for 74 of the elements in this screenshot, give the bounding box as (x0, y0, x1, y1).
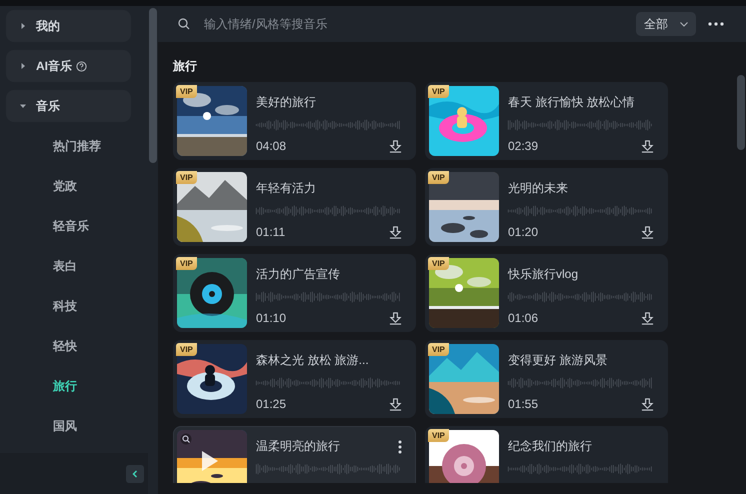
sidebar-item[interactable]: 表白 (6, 250, 131, 282)
vip-badge: VIP (428, 85, 449, 98)
search-icon (178, 18, 190, 30)
more-icon (708, 22, 724, 26)
track-title: 变得更好 旅游风景 (508, 352, 608, 369)
help-icon[interactable] (76, 60, 87, 72)
download-icon[interactable] (389, 226, 402, 238)
sidebar-item[interactable]: 党政 (6, 170, 131, 202)
sidebar-item[interactable]: 国风 (6, 410, 131, 442)
vip-badge: VIP (428, 257, 449, 270)
track-duration: 01:20 (508, 225, 538, 239)
track-card[interactable]: VIP 美好的旅行 04:08 (173, 82, 416, 160)
scrollbar-thumb[interactable] (737, 75, 745, 150)
track-duration: 02:39 (508, 139, 538, 153)
track-card[interactable]: VIP 纪念我们的旅行 (425, 426, 668, 483)
track-duration: 01:11 (256, 225, 286, 239)
track-card[interactable]: VIP 快乐旅行vlog 01:06 (425, 254, 668, 332)
download-icon[interactable] (389, 140, 402, 152)
track-title: 温柔明亮的旅行 (256, 438, 340, 455)
track-title: 年轻有活力 (256, 180, 316, 197)
filter-dropdown[interactable]: 全部 (636, 12, 696, 36)
vip-badge: VIP (428, 343, 449, 356)
sidebar-group[interactable]: 我的 (6, 10, 131, 42)
download-icon[interactable] (389, 312, 402, 324)
download-icon[interactable] (641, 140, 654, 152)
track-duration: 01:10 (256, 311, 286, 325)
collapse-button[interactable] (126, 464, 144, 482)
vip-badge: VIP (176, 257, 197, 270)
sidebar-item[interactable]: 轻音乐 (6, 210, 131, 242)
download-icon[interactable] (641, 398, 654, 410)
track-title: 森林之光 放松 旅游... (256, 352, 369, 369)
sidebar-item[interactable]: 科技 (6, 290, 131, 322)
vip-badge: VIP (428, 171, 449, 184)
download-icon[interactable] (641, 226, 654, 238)
search-field[interactable]: 输入情绪/风格等搜音乐 (202, 16, 624, 32)
caret-down-icon (20, 103, 26, 109)
vip-badge: VIP (176, 171, 197, 184)
chevron-down-icon (680, 22, 688, 26)
track-duration: 01:06 (508, 311, 538, 325)
vip-badge: VIP (176, 85, 197, 98)
track-card[interactable]: VIP 活力的广告宣传 01:10 (173, 254, 416, 332)
track-title: 纪念我们的旅行 (508, 438, 592, 455)
track-title: 快乐旅行vlog (508, 266, 578, 283)
track-title: 美好的旅行 (256, 94, 316, 111)
download-icon[interactable] (641, 312, 654, 324)
sidebar-group[interactable]: AI音乐 (6, 50, 131, 82)
track-title: 活力的广告宣传 (256, 266, 340, 283)
vip-badge: VIP (428, 429, 449, 442)
chevron-left-icon (131, 470, 139, 478)
track-card[interactable]: VIP 春天 旅行愉快 放松心情 02:39 (425, 82, 668, 160)
more-vertical-icon[interactable] (398, 440, 402, 454)
sidebar-item[interactable]: 热门推荐 (6, 130, 131, 162)
track-card[interactable]: VIP 年轻有活力 01:11 (173, 168, 416, 246)
track-card[interactable]: VIP 森林之光 放松 旅游... 01:25 (173, 340, 416, 418)
sidebar-item[interactable]: 旅行 (6, 370, 131, 402)
section-title: 旅行 (173, 58, 198, 75)
sidebar-group[interactable]: 音乐 (6, 90, 131, 122)
track-title: 光明的未来 (508, 180, 568, 197)
caret-right-icon (20, 23, 26, 29)
vip-badge: VIP (176, 343, 197, 356)
track-card[interactable]: VIP 变得更好 旅游风景 01:55 (425, 340, 668, 418)
track-card[interactable]: VIP 光明的未来 01:20 (425, 168, 668, 246)
sidebar-item[interactable]: 轻快 (6, 330, 131, 362)
download-icon[interactable] (389, 398, 402, 410)
zoom-icon[interactable] (180, 433, 192, 445)
search-bar[interactable]: 输入情绪/风格等搜音乐 全部 (158, 6, 746, 42)
play-icon[interactable] (201, 450, 219, 472)
track-title: 春天 旅行愉快 放松心情 (508, 94, 635, 111)
caret-right-icon (20, 63, 26, 69)
scrollbar-thumb[interactable] (149, 8, 157, 163)
track-card[interactable]: 温柔明亮的旅行 (173, 426, 416, 483)
track-duration: 01:55 (508, 397, 538, 411)
track-duration: 04:08 (256, 139, 286, 153)
track-duration: 01:25 (256, 397, 286, 411)
